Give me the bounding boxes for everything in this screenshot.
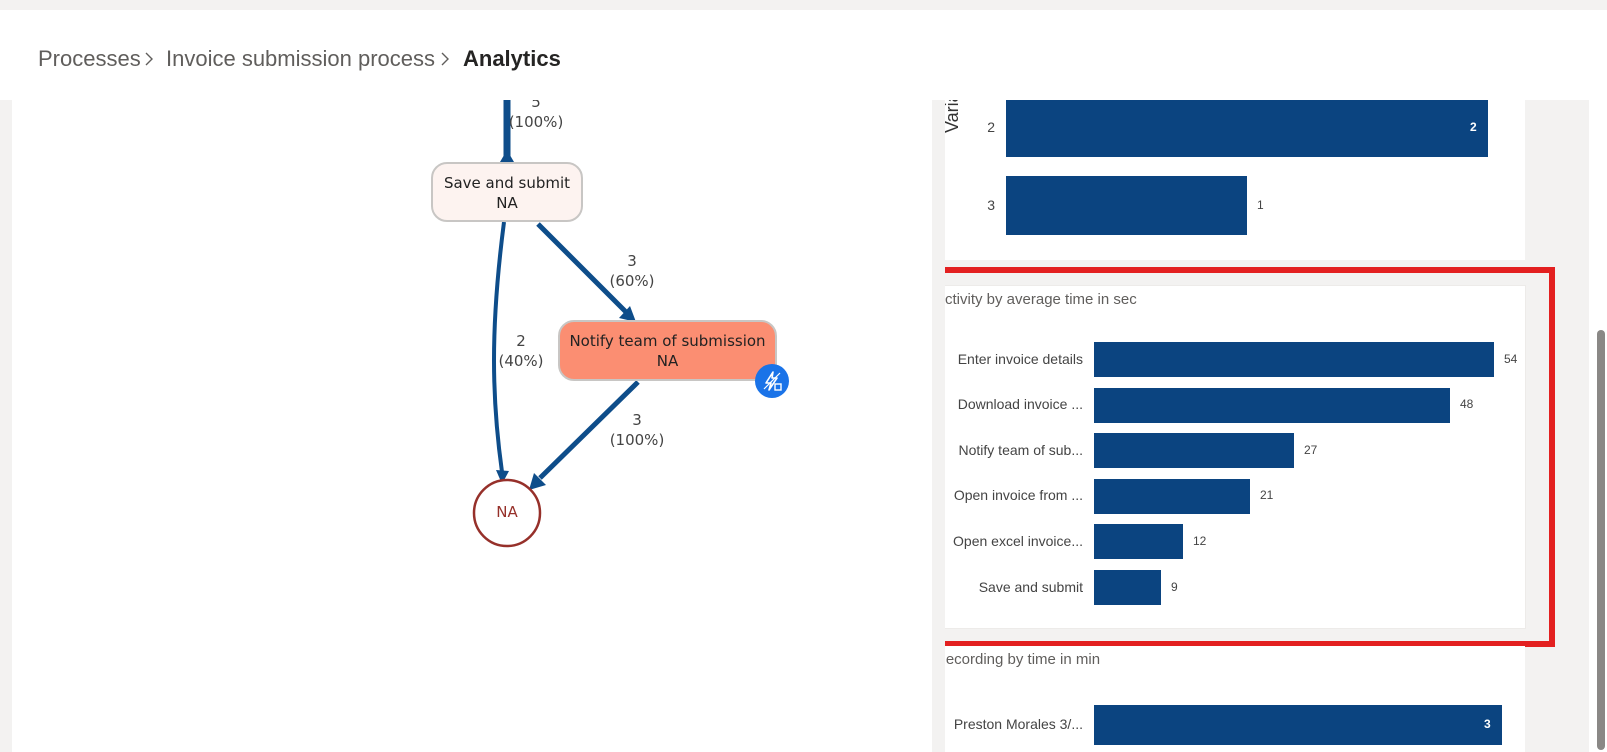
category-label: 2: [987, 118, 995, 135]
category-label: 3: [987, 196, 995, 213]
node-label: Notify team of submission: [569, 332, 766, 350]
scrollbar-thumb[interactable]: [1597, 330, 1605, 750]
node-value: NA: [496, 194, 518, 212]
automation-icon: [763, 371, 782, 391]
edge-incoming-arrowhead: [500, 150, 514, 162]
bar[interactable]: [1094, 705, 1502, 745]
bar[interactable]: [1006, 176, 1247, 235]
automation-badge[interactable]: [755, 364, 789, 398]
value-label: 2: [1470, 119, 1477, 134]
value-label: 3: [1484, 717, 1491, 731]
breadcrumb-invoice-submission-process[interactable]: Invoice submission process: [166, 46, 435, 72]
edge-percent: (100%): [508, 113, 564, 131]
edge-count: 3: [627, 252, 637, 270]
top-strip: [0, 0, 1607, 10]
analytics-panel: Variant 2231 Activity by average time in…: [945, 100, 1589, 752]
chevron-right-icon: [441, 52, 449, 66]
edge-count: 2: [516, 332, 526, 350]
process-map-panel[interactable]: 5 (100%) Save and submit NA 3 (60%) 2 (4…: [12, 100, 932, 752]
node-label: Save and submit: [443, 174, 571, 192]
category-label: Preston Morales 3/...: [953, 716, 1083, 732]
node-value: NA: [656, 352, 679, 370]
end-node-label: NA: [496, 503, 518, 521]
page-header: Processes Invoice submission process Ana…: [0, 10, 1607, 100]
variant-chart-card: Variant 2231: [945, 100, 1525, 260]
edge-save-end-label: 2 (40%): [481, 331, 561, 371]
edge-percent: (60%): [609, 272, 655, 290]
recording-chart-card[interactable]: Recording by time in min Preston Morales…: [945, 646, 1525, 752]
value-label: 1: [1257, 197, 1264, 212]
edge-notify-end-label: 3 (100%): [597, 410, 677, 450]
chevron-right-icon: [145, 52, 153, 66]
bar[interactable]: [1006, 100, 1488, 157]
edge-count: 3: [632, 411, 642, 429]
edge-incoming-label: 5 (100%): [496, 100, 576, 132]
node-notify-team-of-submission[interactable]: Notify team of submission NA: [558, 320, 777, 381]
edge-percent: (100%): [609, 431, 665, 449]
highlight-box: [945, 267, 1555, 647]
edge-save-notify-label: 3 (60%): [592, 251, 672, 291]
node-save-and-submit[interactable]: Save and submit NA: [431, 162, 583, 222]
edge-count: 5: [531, 100, 541, 111]
edge-percent: (40%): [498, 352, 544, 370]
recording-chart-title: Recording by time in min: [945, 651, 1101, 668]
breadcrumb-current-analytics: Analytics: [463, 46, 561, 71]
breadcrumb-processes[interactable]: Processes: [38, 46, 141, 72]
